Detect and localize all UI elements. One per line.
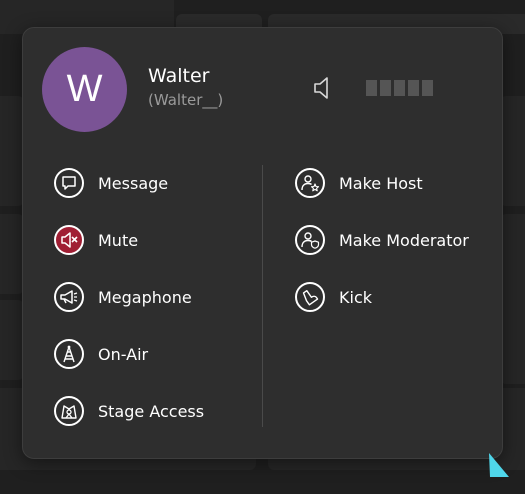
megaphone-icon bbox=[54, 282, 84, 312]
action-label: Make Moderator bbox=[339, 230, 469, 250]
antenna-icon bbox=[54, 339, 84, 369]
avatar: W bbox=[42, 47, 127, 132]
action-label: On-Air bbox=[98, 344, 149, 364]
user-star-icon bbox=[295, 168, 325, 198]
background-tile bbox=[0, 214, 24, 294]
user-handle: (Walter__) bbox=[148, 91, 224, 109]
action-label: Mute bbox=[98, 230, 139, 250]
boot-icon bbox=[295, 282, 325, 312]
user-shield-icon bbox=[295, 225, 325, 255]
user-actions-popup: W Walter (Walter__) Message Mute Megapho… bbox=[22, 27, 503, 459]
volume-bar bbox=[422, 80, 433, 96]
action-label: Message bbox=[98, 173, 169, 193]
action-label: Make Host bbox=[339, 173, 423, 193]
stage-icon bbox=[54, 396, 84, 426]
on-air-button[interactable]: On-Air bbox=[54, 339, 148, 369]
volume-bar bbox=[380, 80, 391, 96]
background-tile bbox=[0, 300, 24, 380]
background-tile bbox=[500, 96, 525, 206]
action-label: Megaphone bbox=[98, 287, 192, 307]
volume-bar bbox=[394, 80, 405, 96]
chat-bubble-icon bbox=[54, 168, 84, 198]
background-tile bbox=[0, 96, 24, 206]
volume-bar bbox=[408, 80, 419, 96]
kick-button[interactable]: Kick bbox=[295, 282, 372, 312]
mute-icon bbox=[54, 225, 84, 255]
megaphone-button[interactable]: Megaphone bbox=[54, 282, 192, 312]
background-tile bbox=[500, 214, 525, 384]
message-button[interactable]: Message bbox=[54, 168, 168, 198]
action-label: Kick bbox=[339, 287, 372, 307]
stage-access-button[interactable]: Stage Access bbox=[54, 396, 204, 426]
speaker-icon[interactable] bbox=[313, 76, 333, 100]
make-moderator-button[interactable]: Make Moderator bbox=[295, 225, 469, 255]
action-label: Stage Access bbox=[98, 401, 205, 421]
cursor-pointer-icon bbox=[489, 453, 509, 477]
make-host-button[interactable]: Make Host bbox=[295, 168, 423, 198]
volume-bar bbox=[366, 80, 377, 96]
user-name: Walter bbox=[148, 65, 210, 87]
volume-meter bbox=[366, 80, 433, 96]
column-divider bbox=[262, 165, 263, 427]
mute-button[interactable]: Mute bbox=[54, 225, 138, 255]
